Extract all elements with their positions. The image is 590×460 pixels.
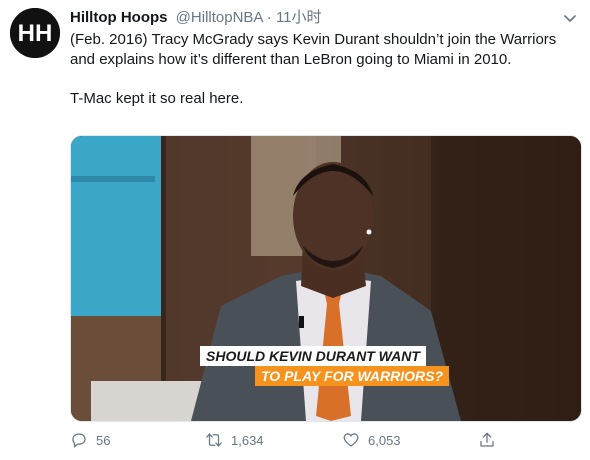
chevron-down-icon bbox=[564, 15, 576, 22]
more-options-button[interactable] bbox=[562, 10, 578, 26]
user-handle[interactable]: @HilltopNBA bbox=[176, 9, 263, 26]
tweet-text-line: T-Mac kept it so real here. bbox=[70, 89, 244, 107]
timestamp[interactable]: 11小时 bbox=[276, 9, 322, 26]
video-caption-line-1: SHOULD KEVIN DURANT WANT bbox=[200, 346, 426, 366]
separator: · bbox=[266, 9, 272, 26]
like-icon bbox=[343, 433, 359, 447]
reply-icon bbox=[72, 433, 86, 448]
retweet-button[interactable]: 1,634 bbox=[205, 428, 264, 452]
retweet-icon bbox=[206, 433, 222, 447]
tweet-actions: 56 1,634 6,053 bbox=[70, 428, 580, 452]
share-icon bbox=[480, 432, 494, 447]
like-button[interactable]: 6,053 bbox=[342, 428, 401, 452]
like-count: 6,053 bbox=[368, 432, 401, 448]
tweet-header: Hilltop Hoops @HilltopNBA · 11小时 bbox=[70, 9, 322, 27]
avatar[interactable]: HH bbox=[10, 8, 60, 58]
video-caption-line-2: TO PLAY FOR WARRIORS? bbox=[255, 366, 450, 386]
hilltop-logo-icon: HH bbox=[10, 8, 60, 58]
tweet-text-line: (Feb. 2016) Tracy McGrady says Kevin Dur… bbox=[70, 31, 561, 68]
share-button[interactable] bbox=[478, 428, 504, 452]
reply-button[interactable]: 56 bbox=[70, 428, 110, 452]
tweet-text: (Feb. 2016) Tracy McGrady says Kevin Dur… bbox=[70, 30, 580, 108]
reply-count: 56 bbox=[96, 432, 111, 448]
svg-text:HH: HH bbox=[18, 20, 53, 47]
retweet-count: 1,634 bbox=[231, 432, 264, 448]
display-name[interactable]: Hilltop Hoops bbox=[70, 9, 168, 26]
video-media[interactable]: SHOULD KEVIN DURANT WANT TO PLAY FOR WAR… bbox=[70, 135, 582, 422]
